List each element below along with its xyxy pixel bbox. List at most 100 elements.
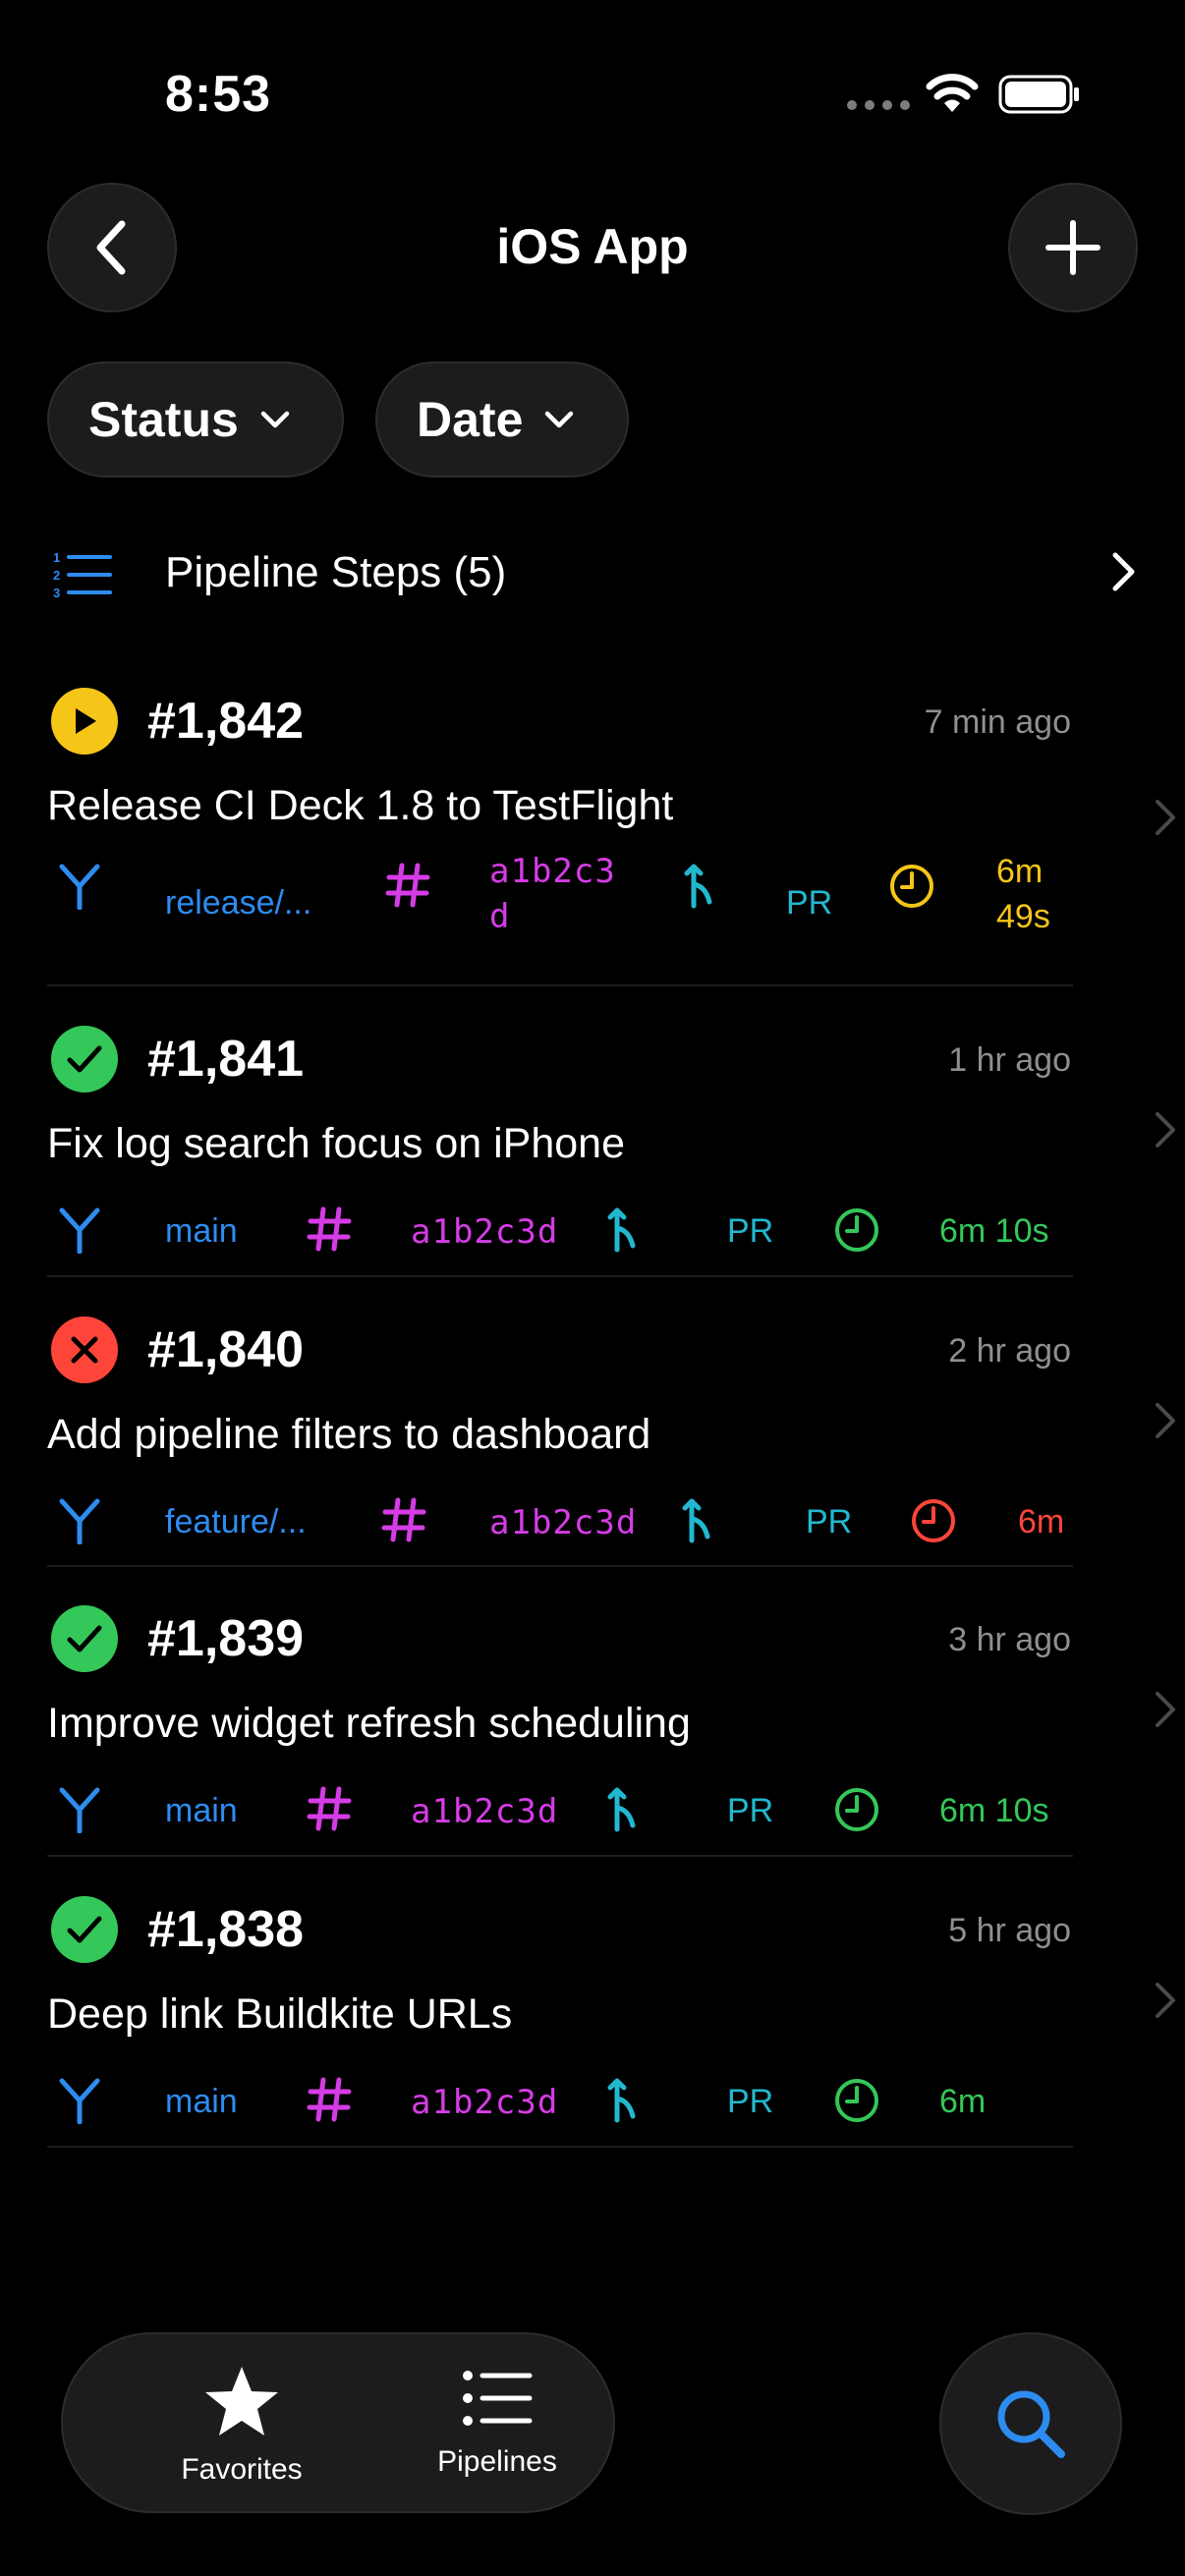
status-passed-icon xyxy=(51,1026,118,1092)
status-passed-icon xyxy=(51,1605,118,1672)
row-divider xyxy=(47,2146,1073,2148)
pull-request-icon xyxy=(607,1787,636,1832)
row-divider xyxy=(47,1855,1073,1857)
build-title: Deep link Buildkite URLs xyxy=(47,1990,513,2038)
tab-favorites[interactable]: Favorites xyxy=(143,2364,340,2487)
build-title: Improve widget refresh scheduling xyxy=(47,1700,691,1747)
search-icon xyxy=(997,2390,1065,2458)
branch-icon xyxy=(59,2078,100,2125)
chevron-right-icon xyxy=(1156,1692,1175,1727)
pipeline-steps-row[interactable]: 1 2 3 Pipeline Steps (5) xyxy=(0,531,1185,615)
tab-pipelines-label: Pipelines xyxy=(437,2445,557,2478)
tab-bar: Favorites Pipelines xyxy=(61,2332,615,2513)
clock-icon xyxy=(890,865,933,908)
status-time: 8:53 xyxy=(165,66,272,123)
cellular-icon xyxy=(847,100,910,110)
search-button[interactable] xyxy=(939,2332,1122,2515)
commit-label: a1b2c3d xyxy=(489,1503,638,1542)
plus-icon xyxy=(1045,220,1100,275)
svg-text:1: 1 xyxy=(53,550,60,565)
add-button[interactable] xyxy=(1008,183,1138,312)
duration-label: 6m 10s xyxy=(939,1792,1049,1829)
pipeline-steps-label: Pipeline Steps (5) xyxy=(165,548,507,596)
build-number: #1,841 xyxy=(147,1031,305,1088)
play-icon xyxy=(76,708,96,734)
checkmark-icon xyxy=(67,1916,102,1943)
battery-icon xyxy=(998,75,1079,114)
clock-icon xyxy=(835,1208,878,1252)
source-label: PR xyxy=(806,1503,853,1540)
duration-label: 6m 10s xyxy=(939,1212,1049,1250)
source-label: PR xyxy=(786,884,833,922)
commit-label: a1b2c3d xyxy=(489,852,616,936)
chevron-down-icon xyxy=(545,411,574,428)
chevron-right-icon xyxy=(1156,1403,1175,1438)
hash-icon xyxy=(385,863,430,908)
chevron-right-icon xyxy=(1112,552,1135,591)
branch-label: main xyxy=(165,2083,238,2120)
build-number: #1,838 xyxy=(147,1901,305,1958)
build-time-ago: 1 hr ago xyxy=(948,1041,1071,1079)
star-icon xyxy=(205,2367,278,2436)
tab-favorites-label: Favorites xyxy=(181,2453,303,2486)
hash-icon xyxy=(307,1206,352,1252)
pull-request-icon xyxy=(684,864,712,909)
clock-icon xyxy=(912,1499,955,1542)
list-icon xyxy=(463,2371,533,2426)
build-time-ago: 7 min ago xyxy=(924,703,1071,741)
branch-icon xyxy=(59,864,100,911)
build-time-ago: 3 hr ago xyxy=(948,1621,1071,1658)
build-title: Fix log search focus on iPhone xyxy=(47,1120,625,1167)
hash-icon xyxy=(381,1497,426,1542)
chevron-right-icon xyxy=(1156,800,1175,835)
chevron-down-icon xyxy=(260,411,290,428)
build-title: Add pipeline filters to dashboard xyxy=(47,1411,651,1458)
chevron-right-icon xyxy=(1156,1112,1175,1148)
build-number: #1,840 xyxy=(147,1321,305,1378)
row-divider xyxy=(47,1565,1073,1567)
commit-label: a1b2c3d xyxy=(411,1212,559,1252)
clock-icon xyxy=(835,1788,878,1831)
build-time-ago: 5 hr ago xyxy=(948,1912,1071,1949)
pull-request-icon xyxy=(682,1498,710,1543)
status-filter[interactable]: Status xyxy=(47,362,344,477)
build-number: #1,839 xyxy=(147,1610,305,1667)
branch-icon xyxy=(59,1787,100,1834)
date-filter[interactable]: Date xyxy=(375,362,629,477)
duration-label: 6m xyxy=(1018,1503,1065,1540)
wifi-icon xyxy=(926,74,979,112)
row-divider xyxy=(47,984,1073,986)
chevron-right-icon xyxy=(1156,1983,1175,2018)
duration-label: 6m xyxy=(939,2083,987,2120)
branch-label: main xyxy=(165,1792,238,1829)
commit-label: a1b2c3d xyxy=(411,1792,559,1831)
build-title: Release CI Deck 1.8 to TestFlight xyxy=(47,782,674,829)
svg-text:3: 3 xyxy=(53,586,60,600)
status-failed-icon xyxy=(51,1316,118,1383)
branch-label: main xyxy=(165,1212,238,1250)
pull-request-icon xyxy=(607,2078,636,2123)
pull-request-icon xyxy=(607,1207,636,1253)
source-label: PR xyxy=(727,2083,774,2120)
checkmark-icon xyxy=(67,1625,102,1652)
source-label: PR xyxy=(727,1212,774,1250)
source-label: PR xyxy=(727,1792,774,1829)
row-divider xyxy=(47,1275,1073,1277)
clock-icon xyxy=(835,2079,878,2122)
branch-label: release/... xyxy=(165,884,312,922)
status-passed-icon xyxy=(51,1896,118,1963)
branch-icon xyxy=(59,1207,100,1255)
hash-icon xyxy=(307,2077,352,2122)
tab-pipelines[interactable]: Pipelines xyxy=(399,2364,595,2479)
build-time-ago: 2 hr ago xyxy=(948,1332,1071,1370)
commit-label: a1b2c3d xyxy=(411,2083,559,2122)
branch-label: feature/... xyxy=(165,1503,307,1540)
xmark-icon xyxy=(71,1336,98,1364)
status-bar: 8:53 xyxy=(0,0,1185,187)
svg-text:2: 2 xyxy=(53,568,60,583)
status-filter-label: Status xyxy=(88,392,239,447)
hash-icon xyxy=(307,1786,352,1831)
numbered-list-icon: 1 2 3 xyxy=(53,550,112,600)
branch-icon xyxy=(59,1498,100,1545)
duration-label: 6m 49s xyxy=(996,853,1050,935)
